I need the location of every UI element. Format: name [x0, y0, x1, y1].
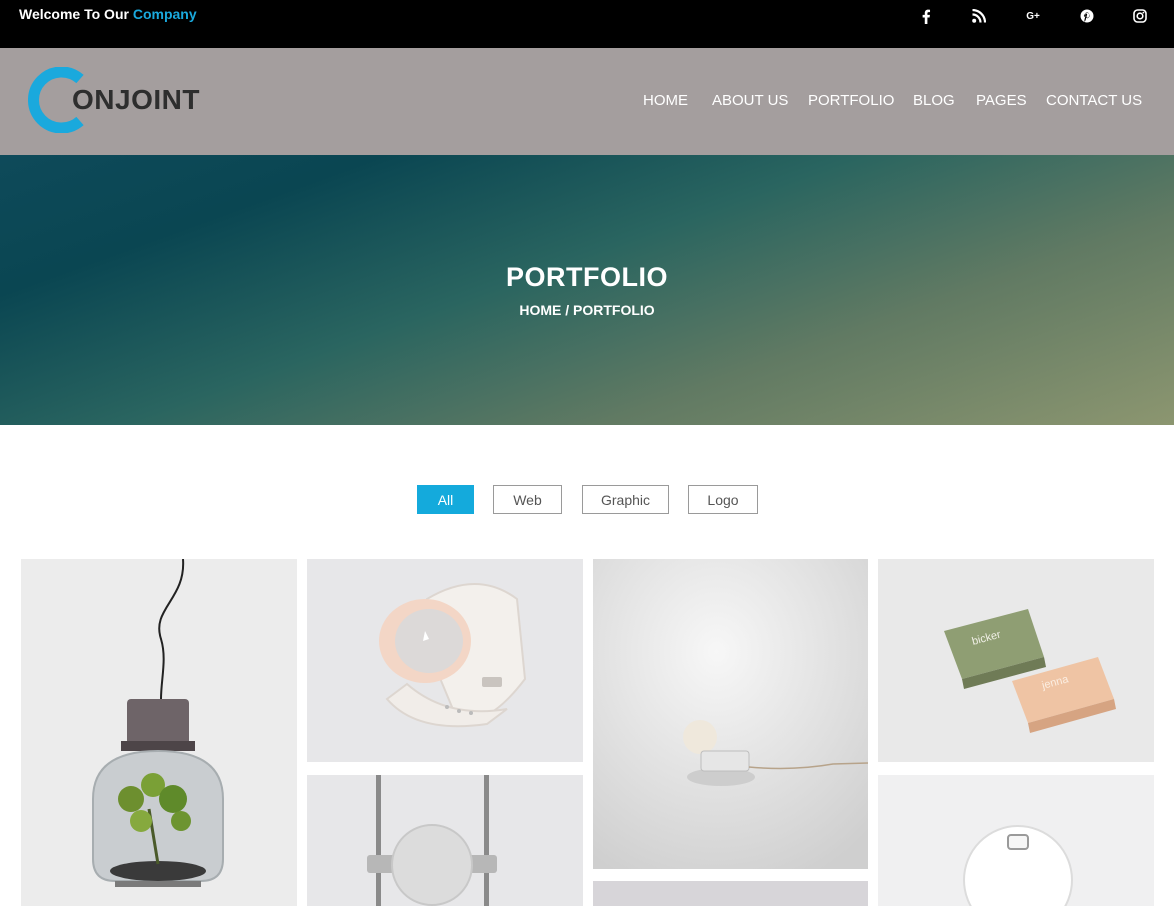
nav-pages[interactable]: PAGES	[976, 92, 1027, 109]
logo-text: ONJOINT	[72, 84, 200, 115]
facebook-icon[interactable]	[915, 6, 937, 26]
nav-home[interactable]: HOME	[643, 92, 688, 109]
google-plus-label: G+	[1026, 10, 1040, 22]
sphere-pendant-image	[307, 775, 583, 906]
pinterest-icon[interactable]	[1076, 6, 1098, 26]
business-cards-image: bicker jenna	[878, 559, 1154, 762]
nav-portfolio[interactable]: PORTFOLIO	[808, 92, 894, 109]
rss-icon[interactable]	[968, 6, 990, 26]
nav-contact-us[interactable]: CONTACT US	[1046, 92, 1142, 109]
site-logo[interactable]: ONJOINT	[28, 67, 200, 133]
filter-web[interactable]: Web	[493, 485, 562, 514]
pendant-lamp-image	[21, 559, 297, 906]
watch-image	[307, 559, 583, 762]
breadcrumb: HOME / PORTFOLIO	[519, 302, 655, 318]
page-hero: PORTFOLIO HOME / PORTFOLIO	[0, 155, 1174, 425]
portfolio-item-watch[interactable]	[307, 559, 583, 762]
nav-blog[interactable]: BLOG	[913, 92, 955, 109]
sphere-lamp-image	[593, 559, 868, 869]
welcome-prefix: Welcome To Our	[19, 6, 129, 22]
white-device-image	[878, 775, 1154, 906]
portfolio-item-partial[interactable]	[593, 881, 868, 906]
filter-graphic[interactable]: Graphic	[582, 485, 669, 514]
welcome-accent: Company	[132, 6, 197, 22]
portfolio-item-white-device[interactable]	[878, 775, 1154, 906]
filter-logo[interactable]: Logo	[688, 485, 758, 514]
instagram-icon[interactable]	[1129, 6, 1151, 26]
welcome-text: Welcome To Our Company	[19, 6, 197, 22]
portfolio-item-business-cards[interactable]: bicker jenna	[878, 559, 1154, 762]
google-plus-icon[interactable]: G+	[1022, 6, 1044, 26]
site-header: ONJOINT HOME ABOUT US PORTFOLIO BLOG PAG…	[0, 48, 1174, 155]
portfolio-item-sphere-lamp[interactable]	[593, 559, 868, 869]
portfolio-item-sphere-pendant[interactable]	[307, 775, 583, 906]
portfolio-item-lamp[interactable]	[21, 559, 297, 906]
filter-all[interactable]: All	[417, 485, 474, 514]
nav-about-us[interactable]: ABOUT US	[712, 92, 788, 109]
top-bar: Welcome To Our Company G+	[0, 0, 1174, 48]
page-title: PORTFOLIO	[506, 262, 668, 292]
